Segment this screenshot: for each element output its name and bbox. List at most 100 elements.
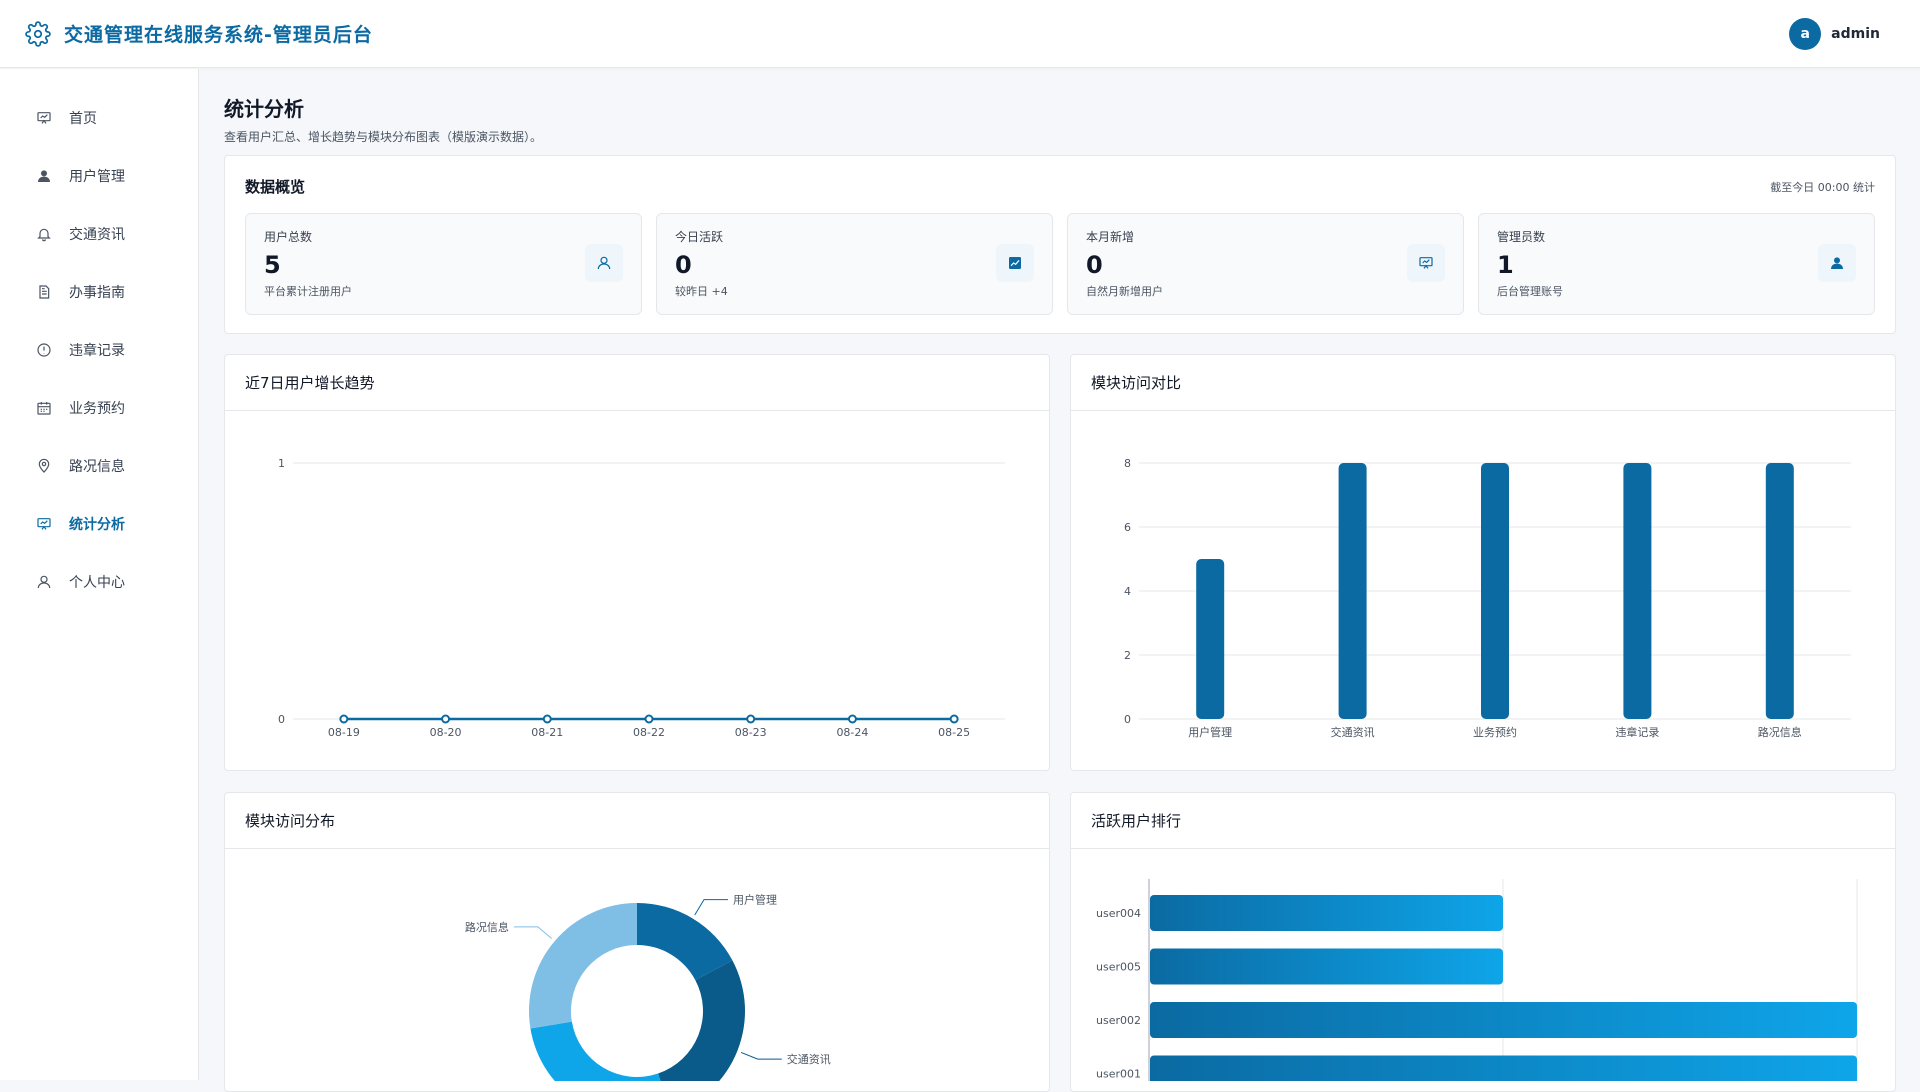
y-tick-label: user001 (1096, 1068, 1141, 1081)
label-line (513, 926, 552, 939)
stat-label: 本月新增 (1086, 230, 1135, 244)
x-tick-label: 08-21 (531, 726, 563, 739)
x-tick-label: 违章记录 (1615, 725, 1659, 739)
main-content: 统计分析 查看用户汇总、增长趋势与模块分布图表（模版演示数据）。 数据概览 截至… (224, 69, 1896, 1092)
overview-card: 数据概览 截至今日 00:00 统计 用户总数 5 平台累计注册用户 今日活跃 0 较昨日… (224, 155, 1896, 334)
label-line (694, 899, 729, 916)
y-tick-label: 8 (1124, 457, 1131, 470)
gear-icon[interactable] (24, 20, 52, 48)
bar[interactable] (1196, 559, 1225, 719)
sidebar-item-label: 业务预约 (69, 401, 125, 417)
y-tick-label: 4 (1124, 585, 1131, 598)
pie-slice[interactable] (658, 960, 745, 1081)
data-point[interactable] (949, 714, 959, 724)
sidebar-item-label: 首页 (69, 111, 97, 127)
stat-label: 今日活跃 (675, 230, 724, 244)
sidebar-item-label: 路况信息 (69, 459, 125, 475)
data-point[interactable] (644, 714, 654, 724)
x-tick-label: 08-25 (938, 726, 970, 739)
y-tick-label: user004 (1096, 907, 1141, 920)
stat-card: 用户总数 5 平台累计注册用户 (245, 213, 642, 315)
active-rank-panel: 活跃用户排行 user004 user005 user002 user001 (1070, 792, 1896, 1092)
overview-note: 截至今日 00:00 统计 (1770, 180, 1875, 194)
stat-sub: 后台管理账号 (1497, 285, 1563, 298)
sidebar-item-3[interactable]: 办事指南 (0, 263, 198, 321)
bar[interactable] (1623, 463, 1652, 719)
y-tick-label: 0 (1124, 713, 1131, 726)
active-rank-title: 活跃用户排行 (1071, 793, 1895, 849)
document-icon (35, 283, 53, 301)
data-point[interactable] (441, 714, 451, 724)
sidebar-item-5[interactable]: 业务预约 (0, 379, 198, 437)
stat-sub: 平台累计注册用户 (264, 285, 352, 298)
label-line (740, 1051, 782, 1060)
page-title: 统计分析 (224, 97, 304, 121)
stat-card: 今日活跃 0 较昨日 +4 (656, 213, 1053, 315)
bar[interactable] (1150, 1055, 1857, 1082)
top-bar: 交通管理在线服务系统-管理员后台 a admin (0, 0, 1920, 68)
username[interactable]: admin (1831, 26, 1880, 42)
calendar-icon (35, 399, 53, 417)
sidebar-item-7[interactable]: 统计分析 (0, 495, 198, 553)
y-tick-label: 1 (278, 457, 285, 470)
data-point[interactable] (339, 714, 349, 724)
sidebar-item-0[interactable]: 首页 (0, 89, 198, 147)
user-icon (35, 167, 53, 185)
y-tick-label: user005 (1096, 961, 1141, 974)
y-tick-label: 0 (278, 713, 285, 726)
sidebar-item-1[interactable]: 用户管理 (0, 147, 198, 205)
stat-sub: 较昨日 +4 (675, 285, 728, 298)
stat-sub: 自然月新增用户 (1086, 285, 1163, 298)
avatar[interactable]: a (1789, 18, 1822, 50)
growth-line-chart: 0 1 08-19 08-20 08-21 08-22 08-23 08-24 08-25 (278, 457, 1005, 739)
user-icon (1818, 244, 1856, 282)
stat-value: 0 (1086, 251, 1103, 279)
sidebar-item-8[interactable]: 个人中心 (0, 553, 198, 611)
x-tick-label: 业务预约 (1473, 726, 1517, 739)
slice-label: 路况信息 (465, 920, 509, 934)
stat-value: 5 (264, 251, 281, 279)
stat-card: 本月新增 0 自然月新增用户 (1067, 213, 1464, 315)
bell-icon (35, 225, 53, 243)
data-point[interactable] (847, 714, 857, 724)
x-tick-label: 路况信息 (1758, 725, 1802, 739)
sidebar-item-4[interactable]: 违章记录 (0, 321, 198, 379)
pie-slice[interactable] (530, 1021, 671, 1081)
bar[interactable] (1765, 463, 1794, 719)
overview-title: 数据概览 (245, 178, 306, 196)
bar[interactable] (1150, 1002, 1857, 1038)
sidebar-item-6[interactable]: 路况信息 (0, 437, 198, 495)
growth-chart-panel: 近7日用户增长趋势 0 1 08-19 08-20 08-21 08-22 08-23 08-… (224, 354, 1050, 771)
sidebar-item-label: 个人中心 (69, 575, 125, 591)
sidebar-item-label: 统计分析 (69, 517, 125, 533)
data-point[interactable] (542, 714, 552, 724)
stat-label: 管理员数 (1497, 230, 1546, 244)
growth-chart-title: 近7日用户增长趋势 (225, 355, 1049, 411)
sidebar-item-label: 用户管理 (69, 169, 125, 185)
bar[interactable] (1150, 895, 1503, 931)
slice-label: 交通资讯 (787, 1052, 831, 1066)
x-tick-label: 用户管理 (1188, 725, 1232, 739)
stat-value: 0 (675, 251, 692, 279)
user-outline-icon (585, 244, 623, 282)
module-compare-bar-chart: 0 2 4 6 8 用户管理 交通资讯 业务预约 违章记录 路况信息 (1124, 457, 1851, 739)
sidebar-item-label: 办事指南 (69, 285, 125, 301)
x-tick-label: 08-22 (633, 726, 665, 739)
x-tick-label: 交通资讯 (1331, 725, 1375, 739)
y-tick-label: 6 (1124, 521, 1131, 534)
stat-card: 管理员数 1 后台管理账号 (1478, 213, 1875, 315)
presentation-icon (35, 109, 53, 127)
pie-slice[interactable] (529, 903, 637, 1029)
active-rank-bar-chart: user004 user005 user002 user001 (1096, 879, 1858, 1082)
x-tick-label: 08-23 (735, 726, 767, 739)
user-menu[interactable]: a admin (1789, 18, 1880, 50)
data-point[interactable] (746, 714, 756, 724)
sidebar: 首页用户管理交通资讯办事指南违章记录业务预约路况信息统计分析个人中心 (0, 69, 199, 1080)
bar[interactable] (1150, 948, 1503, 985)
x-tick-label: 08-19 (328, 726, 360, 739)
bar[interactable] (1338, 463, 1367, 719)
bar[interactable] (1481, 463, 1509, 719)
module-dist-title: 模块访问分布 (225, 793, 1049, 849)
sidebar-item-2[interactable]: 交通资讯 (0, 205, 198, 263)
page-description: 查看用户汇总、增长趋势与模块分布图表（模版演示数据）。 (224, 130, 543, 144)
